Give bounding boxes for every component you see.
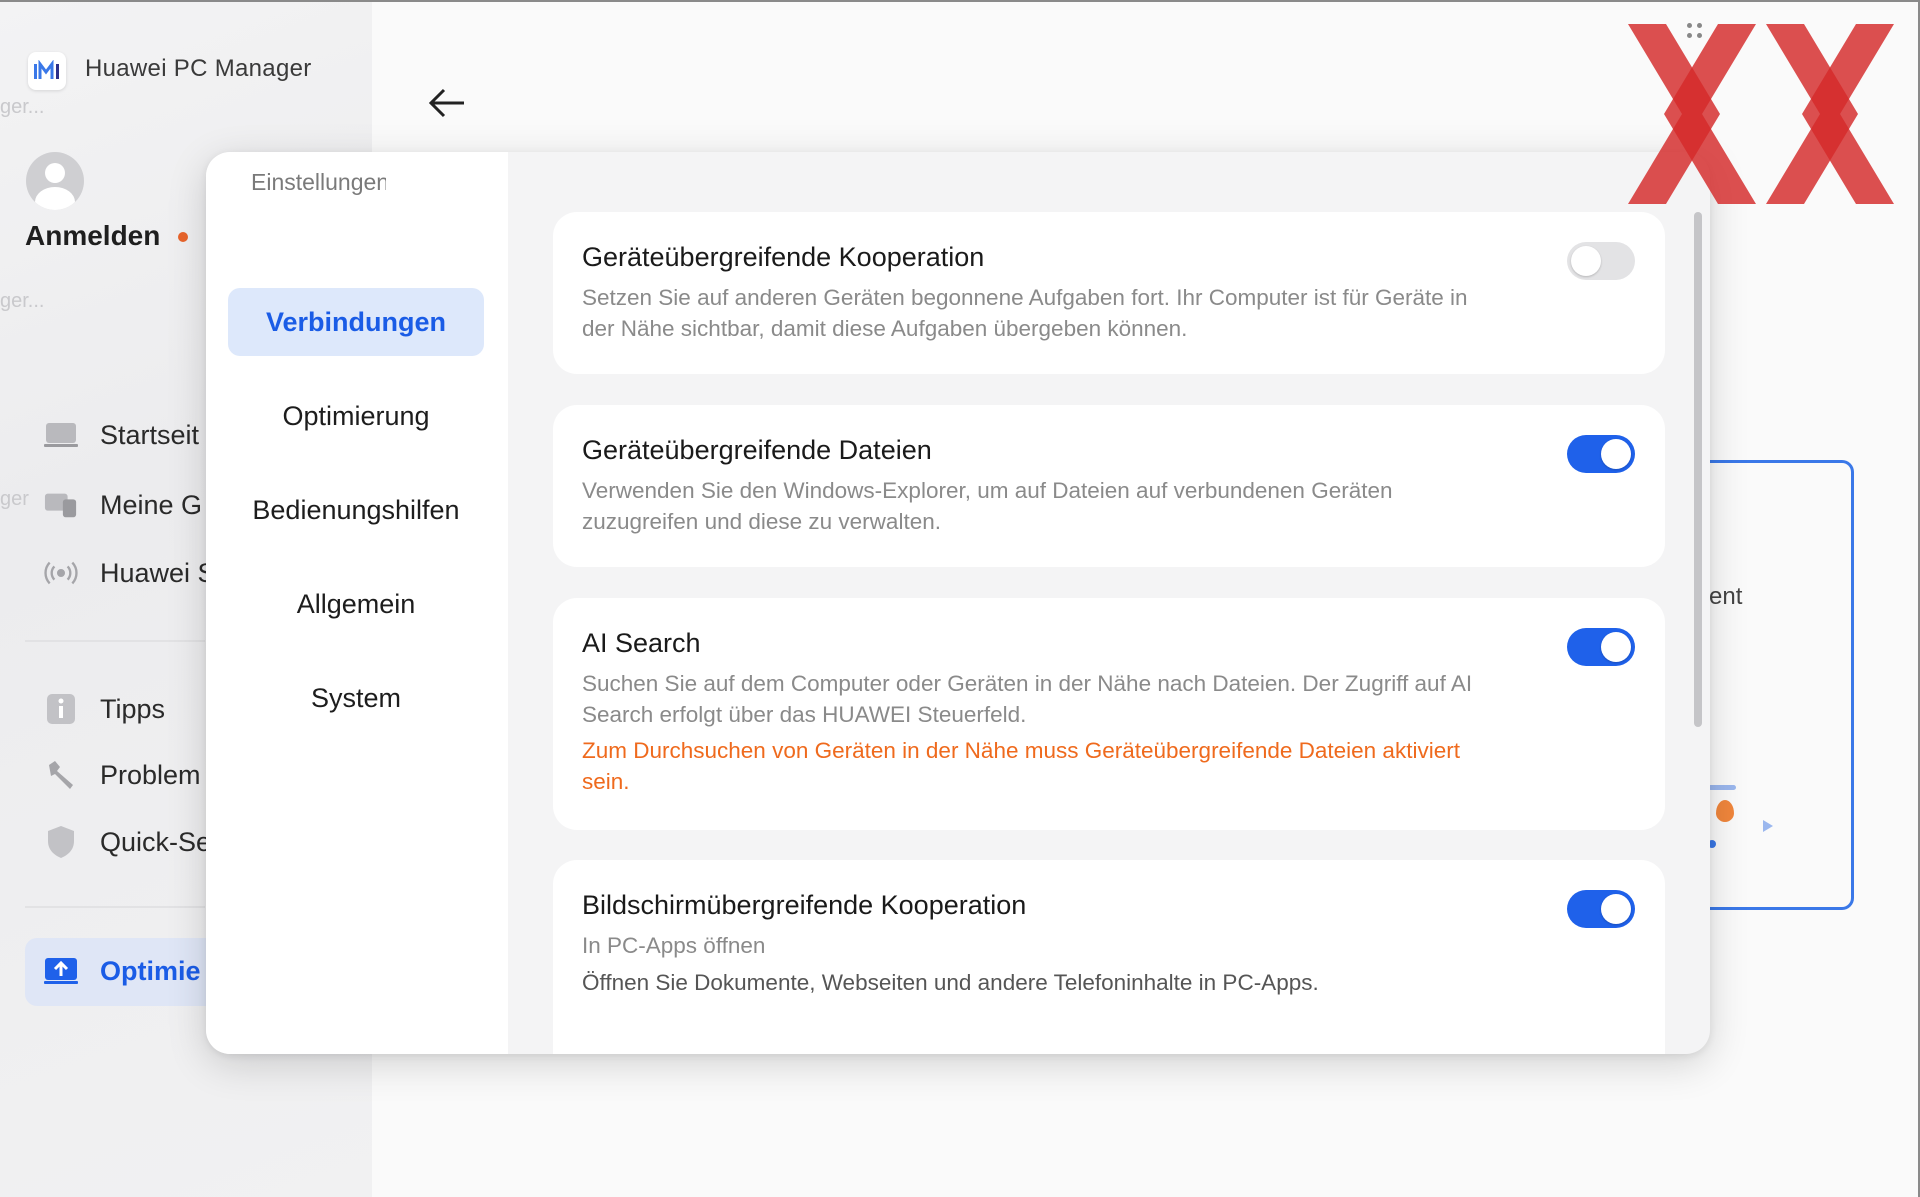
devices-icon [44,488,78,522]
tab-optimierung[interactable]: Optimierung [228,382,484,450]
drop-icon [1716,800,1734,822]
sidebar-item-label: Startseit [100,419,200,450]
ghost-text: ger... [0,290,45,312]
scrollbar[interactable] [1694,212,1702,727]
laptop-icon [44,418,78,452]
sidebar-item-troubleshoot[interactable]: Problem [44,758,201,792]
ai-search-toggle[interactable] [1567,628,1635,666]
sidebar-item-quick-security[interactable]: Quick-Se [44,825,211,859]
tab-verbindungen[interactable]: Verbindungen [228,288,484,356]
info-icon [44,692,78,726]
settings-card-cross-device-cooperation: Geräteübergreifende Kooperation Setzen S… [553,212,1665,374]
settings-card-cross-device-files: Geräteübergreifende Dateien Verwenden Si… [553,405,1665,567]
card-description: Setzen Sie auf anderen Geräten begonnene… [582,285,1468,341]
card-description: Verwenden Sie den Windows-Explorer, um a… [582,478,1393,534]
settings-title: Einstellungen [251,169,386,195]
card-body: Öffnen Sie Dokumente, Webseiten und ande… [582,970,1319,995]
wrench-icon [44,758,78,792]
settings-sidebar: Einstellungen Verbindungen Optimierung B… [206,152,508,1054]
background-card [1700,460,1854,910]
app-title: Huawei PC Manager [85,55,312,82]
wireless-icon [44,556,78,590]
card-title: Geräteübergreifende Kooperation [582,242,985,272]
sidebar-item-optimize[interactable]: Optimie [44,954,201,988]
watermark-logo [1628,24,1894,204]
card-title: AI Search [582,628,701,658]
window-top-border [0,0,1920,2]
tab-system[interactable]: System [228,664,484,732]
cross-screen-cooperation-toggle[interactable] [1567,890,1635,928]
card-warning: Zum Durchsuchen von Geräten in der Nähe … [582,738,1460,794]
shield-icon [44,825,78,859]
app-logo-icon [28,52,66,90]
notification-dot [178,232,188,242]
optimize-icon [44,954,78,988]
sidebar-item-devices[interactable]: Meine G [44,488,202,522]
sidebar-divider [25,906,205,908]
tab-bedienungshilfen[interactable]: Bedienungshilfen [228,476,484,544]
settings-card-cross-screen-cooperation: Bildschirmübergreifende Kooperation In P… [553,860,1665,1054]
sidebar-item-label: Optimie [100,955,201,986]
login-button[interactable]: Anmelden [25,220,160,252]
tab-allgemein[interactable]: Allgemein [228,570,484,638]
sidebar-item-label: Quick-Se [100,826,212,857]
sidebar-item-label: Tipps [100,693,166,724]
sidebar-item-huawei-share[interactable]: Huawei S [44,556,216,590]
background-decoration [1763,820,1773,832]
card-title: Bildschirmübergreifende Kooperation [582,890,1027,920]
sidebar-item-label: Problem [100,759,201,790]
ghost-text: ger [0,488,29,510]
sidebar-item-tips[interactable]: Tipps [44,692,165,726]
settings-dialog: Einstellungen Verbindungen Optimierung B… [206,152,1710,1054]
sidebar-divider [25,640,205,642]
avatar[interactable] [26,152,84,210]
card-title: Geräteübergreifende Dateien [582,435,932,465]
card-description: Suchen Sie auf dem Computer oder Geräten… [582,671,1473,727]
cross-device-cooperation-toggle[interactable] [1567,242,1635,280]
sidebar-item-label: Meine G [100,489,203,520]
ghost-text: ger... [0,96,45,118]
cross-device-files-toggle[interactable] [1567,435,1635,473]
background-partial-text: ent [1709,583,1743,610]
sidebar-item-home[interactable]: Startseit [44,418,199,452]
card-subtitle: In PC-Apps öffnen [582,933,766,958]
settings-card-ai-search: AI Search Suchen Sie auf dem Computer od… [553,598,1665,830]
background-decoration [1708,785,1736,790]
back-arrow-icon[interactable] [427,86,467,120]
sidebar-item-label: Huawei S [100,557,216,588]
settings-content: Geräteübergreifende Kooperation Setzen S… [508,152,1710,1054]
